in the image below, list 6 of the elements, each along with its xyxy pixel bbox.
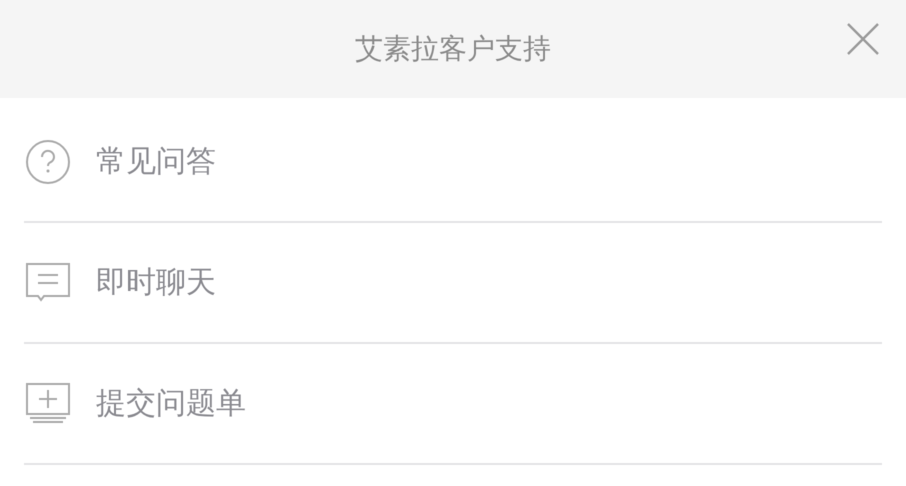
close-icon[interactable]: [846, 22, 880, 56]
window-title: 艾素拉客户支持: [355, 31, 551, 67]
menu-item[interactable]: 常见问答: [96, 141, 216, 182]
question-icon: [24, 138, 72, 186]
menu-item[interactable]: 即时聊天: [96, 262, 216, 303]
menu-item[interactable]: 提交问题单: [96, 383, 246, 424]
